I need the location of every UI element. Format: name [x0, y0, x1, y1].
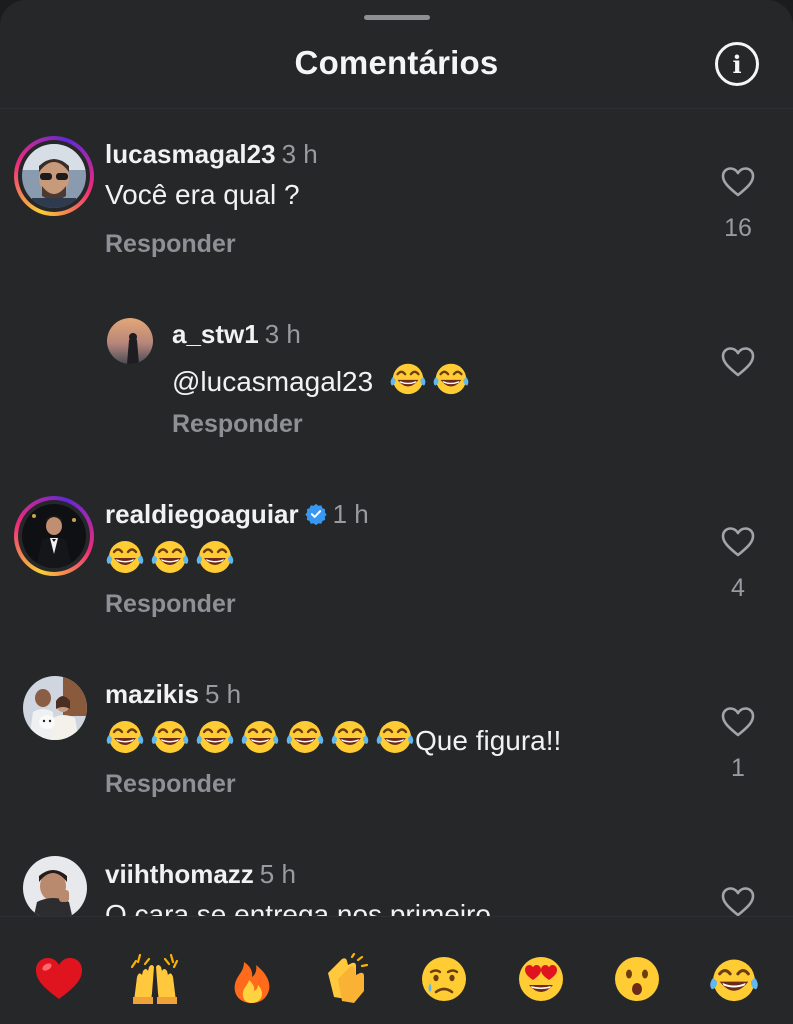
tears-of-joy-icon [150, 716, 190, 756]
comments-sheet: Comentários i lucasmagal23 3 h Você era … [0, 0, 793, 1024]
like-heart-icon[interactable] [721, 346, 755, 378]
avatar[interactable] [14, 496, 94, 576]
list-item: mazikis 5 h Que figura!! Responder 1 [0, 648, 793, 828]
sheet-header: Comentários i [0, 0, 793, 109]
comment-text: Você era qual ? [105, 179, 300, 210]
comment-text: @lucasmagal23 [172, 359, 475, 398]
tears-of-joy-icon [105, 716, 145, 756]
comment-text: Que figura!! [105, 716, 561, 757]
username[interactable]: mazikis [105, 679, 199, 709]
timestamp: 5 h [204, 679, 242, 709]
page-title: Comentários [294, 44, 499, 81]
list-item: a_stw1 3 h @lucasmagal23 Responder [0, 288, 793, 468]
like-count: 4 [731, 574, 745, 602]
tears-of-joy-icon [195, 716, 235, 756]
mention-link[interactable]: @lucasmagal23 [172, 366, 373, 397]
reply-button[interactable]: Responder [105, 770, 236, 799]
clapping-hands-icon[interactable] [322, 953, 374, 1005]
reply-button[interactable]: Responder [172, 410, 303, 439]
fire-icon[interactable] [226, 953, 278, 1005]
list-item: viihthomazz 5 h O cara se entrega nos pri… [0, 828, 793, 916]
tears-of-joy-icon [240, 716, 280, 756]
like-heart-icon[interactable] [721, 886, 755, 916]
like-heart-icon[interactable] [721, 166, 755, 198]
timestamp: 3 h [281, 139, 318, 169]
verified-badge-icon [304, 503, 327, 525]
like-count: 1 [731, 754, 745, 782]
tears-of-joy-icon [432, 359, 470, 397]
like-heart-icon[interactable] [721, 526, 755, 558]
tears-of-joy-icon [150, 536, 190, 576]
avatar[interactable] [23, 676, 87, 740]
username[interactable]: viihthomazz [105, 859, 254, 889]
list-item: realdiegoaguiar 1 h Responder 4 [0, 468, 793, 648]
tears-of-joy-icon[interactable] [708, 953, 760, 1005]
like-count: 16 [724, 214, 752, 242]
crying-face-icon[interactable] [418, 953, 470, 1005]
username[interactable]: lucasmagal23 [105, 139, 276, 169]
tears-of-joy-icon [389, 359, 427, 397]
tears-of-joy-icon [105, 536, 145, 576]
tears-of-joy-icon [330, 716, 370, 756]
astonished-face-icon[interactable] [611, 953, 663, 1005]
timestamp: 5 h [259, 859, 296, 889]
drag-handle[interactable] [364, 15, 430, 20]
tears-of-joy-icon [285, 716, 325, 756]
timestamp: 1 h [332, 499, 369, 529]
comment-text [105, 536, 240, 577]
tears-of-joy-icon [375, 716, 415, 756]
like-heart-icon[interactable] [721, 706, 755, 738]
red-heart-icon[interactable] [33, 953, 85, 1005]
reply-button[interactable]: Responder [105, 230, 236, 259]
info-icon[interactable]: i [715, 42, 759, 86]
avatar[interactable] [107, 318, 153, 364]
avatar[interactable] [14, 136, 94, 216]
comment-text: O cara se entrega nos primeiro [105, 899, 491, 916]
reply-button[interactable]: Responder [105, 590, 236, 619]
quick-reactions-bar [0, 916, 793, 1024]
list-item: lucasmagal23 3 h Você era qual ? Responde… [0, 108, 793, 288]
avatar[interactable] [23, 856, 87, 916]
tears-of-joy-icon [195, 536, 235, 576]
heart-eyes-icon[interactable] [515, 953, 567, 1005]
username[interactable]: realdiegoaguiar [105, 499, 299, 529]
raising-hands-icon[interactable] [129, 953, 181, 1005]
comments-list[interactable]: lucasmagal23 3 h Você era qual ? Responde… [0, 108, 793, 916]
timestamp: 3 h [264, 319, 301, 349]
username[interactable]: a_stw1 [172, 319, 259, 349]
